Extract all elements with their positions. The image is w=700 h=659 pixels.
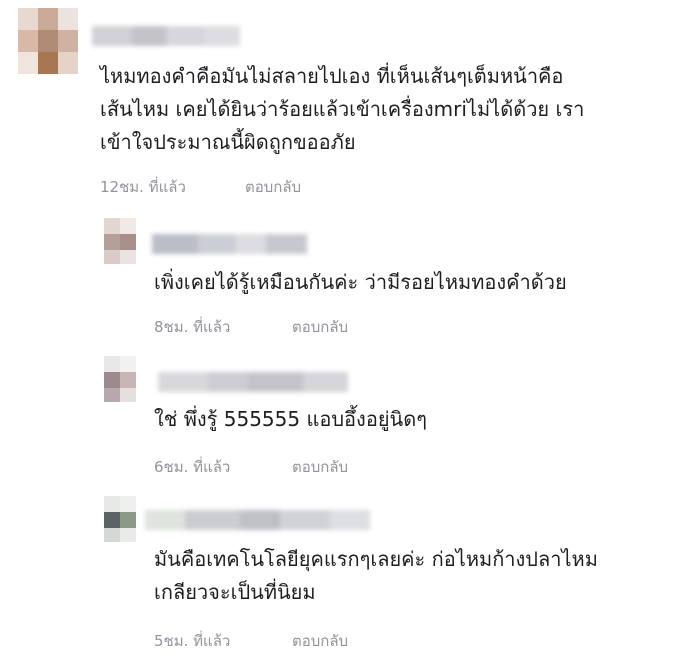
comment-meta: 5ชม. ที่แล้ว ตอบกลับ bbox=[154, 629, 454, 650]
comment-text: ใช่ พึ่งรู้ 555555 แอบอึ้งอยู่นิดๆ bbox=[154, 407, 427, 431]
author-name-blurred[interactable] bbox=[92, 26, 240, 46]
main-comment: ไหมทองคำคือมันไม่สลายไปเอง ที่เห็นเส้นๆเ… bbox=[0, 0, 700, 200]
timestamp[interactable]: 6ชม. ที่แล้ว bbox=[154, 458, 230, 476]
comment-meta: 12ชม. ที่แล้ว ตอบกลับ bbox=[100, 175, 400, 196]
comment-text: ไหมทองคำคือมันไม่สลายไปเอง ที่เห็นเส้นๆเ… bbox=[100, 64, 585, 154]
timestamp[interactable]: 5ชม. ที่แล้ว bbox=[154, 632, 230, 650]
comment-thread: { "thread": { "main_comment": { "avatar"… bbox=[0, 0, 700, 659]
avatar[interactable] bbox=[104, 496, 136, 542]
author-name-blurred[interactable] bbox=[145, 510, 370, 530]
timestamp[interactable]: 8ชม. ที่แล้ว bbox=[154, 318, 230, 336]
comment-text: มันคือเทคโนโลยียุคแรกๆเลยค่ะ ก่อไหมก้างป… bbox=[154, 547, 598, 604]
avatar[interactable] bbox=[18, 8, 78, 74]
comment-meta: 8ชม. ที่แล้ว ตอบกลับ bbox=[154, 315, 454, 336]
avatar[interactable] bbox=[104, 356, 136, 402]
timestamp[interactable]: 12ชม. ที่แล้ว bbox=[100, 178, 186, 196]
comment-meta: 6ชม. ที่แล้ว ตอบกลับ bbox=[154, 455, 454, 476]
reply-button[interactable]: ตอบกลับ bbox=[292, 455, 348, 479]
reply-button[interactable]: ตอบกลับ bbox=[292, 315, 348, 339]
reply-button[interactable]: ตอบกลับ bbox=[245, 175, 301, 199]
author-name-blurred[interactable] bbox=[152, 234, 307, 254]
comment-text: เพิ่งเคยได้รู้เหมือนกันค่ะ ว่ามีรอยไหมทอ… bbox=[154, 270, 567, 294]
reply-button[interactable]: ตอบกลับ bbox=[292, 629, 348, 653]
avatar[interactable] bbox=[104, 218, 136, 264]
author-name-blurred[interactable] bbox=[158, 372, 348, 392]
